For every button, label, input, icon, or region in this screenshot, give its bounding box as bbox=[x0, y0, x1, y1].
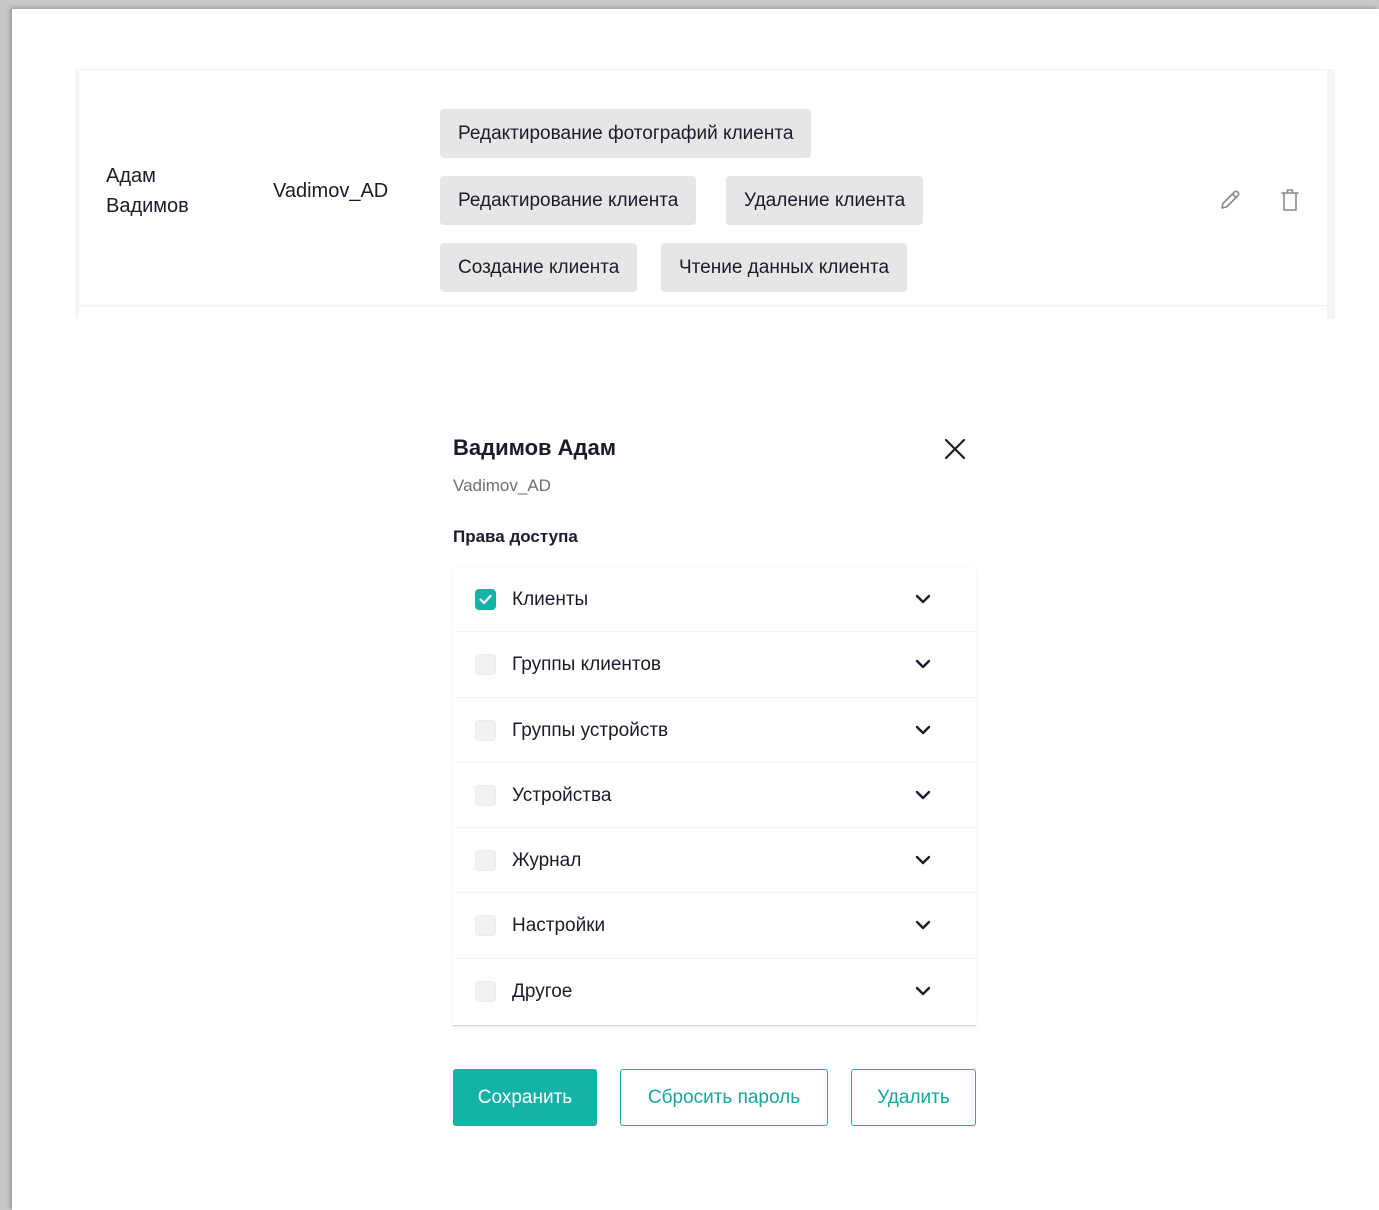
permission-checkbox[interactable] bbox=[475, 784, 496, 806]
permission-checkbox-checked[interactable] bbox=[475, 589, 496, 610]
trash-icon bbox=[1281, 189, 1299, 211]
permissions-title: Права доступа bbox=[453, 527, 578, 546]
chevron-down-icon[interactable] bbox=[914, 984, 932, 998]
permission-group-other[interactable]: Другое bbox=[453, 959, 976, 1024]
permission-label: Устройства bbox=[512, 784, 612, 806]
permission-chip: Редактирование фотографий клиента bbox=[440, 109, 812, 158]
table-row: Адам Вадимов Vadimov_AD Редактирование ф… bbox=[75, 69, 1335, 319]
permission-group-clients[interactable]: Клиенты bbox=[453, 567, 976, 633]
chevron-down-icon[interactable] bbox=[914, 918, 932, 932]
chevron-down-icon[interactable] bbox=[914, 853, 932, 867]
chevron-down-icon[interactable] bbox=[914, 592, 932, 606]
modal-login: Vadimov_AD bbox=[453, 476, 551, 495]
permission-label: Клиенты bbox=[512, 589, 589, 610]
pencil-icon bbox=[1221, 190, 1240, 209]
permission-checkbox[interactable] bbox=[475, 980, 496, 1002]
permission-chip: Создание клиента bbox=[440, 243, 638, 292]
user-login: Vadimov_AD bbox=[273, 180, 389, 202]
permission-chip: Редактирование клиента bbox=[440, 176, 697, 225]
permission-checkbox[interactable] bbox=[475, 915, 496, 937]
permission-label: Группы устройств bbox=[512, 719, 669, 741]
permission-group-client-groups[interactable]: Группы клиентов bbox=[453, 632, 976, 698]
permission-group-device-groups[interactable]: Группы устройств bbox=[453, 698, 976, 763]
save-button[interactable]: Сохранить bbox=[453, 1069, 597, 1126]
permission-label: Группы клиентов bbox=[512, 654, 662, 676]
permission-label: Настройки bbox=[512, 915, 606, 937]
permissions-list: Клиенты Группы клиентов Группы устройств… bbox=[453, 567, 976, 1026]
page: Адам Вадимов Vadimov_AD Редактирование ф… bbox=[12, 9, 1379, 1210]
permission-group-journal[interactable]: Журнал bbox=[453, 828, 976, 894]
user-name: Адам Вадимов bbox=[106, 165, 189, 217]
close-icon bbox=[944, 438, 966, 460]
delete-button[interactable]: Удалить bbox=[851, 1069, 976, 1126]
permission-label: Другое bbox=[512, 980, 573, 1002]
chevron-down-icon[interactable] bbox=[914, 657, 932, 671]
check-icon bbox=[479, 594, 492, 605]
permission-label: Журнал bbox=[512, 850, 582, 872]
permission-group-settings[interactable]: Настройки bbox=[453, 893, 976, 959]
permission-checkbox[interactable] bbox=[475, 654, 496, 676]
table-row-inner: Адам Вадимов Vadimov_AD Редактирование ф… bbox=[79, 74, 1327, 306]
chevron-down-icon[interactable] bbox=[914, 788, 932, 802]
modal-title: Вадимов Адам bbox=[453, 435, 617, 460]
delete-row-button[interactable] bbox=[1275, 185, 1305, 215]
chevron-down-icon[interactable] bbox=[914, 723, 932, 737]
edit-button[interactable] bbox=[1215, 185, 1245, 215]
permission-chip: Чтение данных клиента bbox=[661, 243, 908, 292]
reset-password-button[interactable]: Сбросить пароль bbox=[620, 1069, 828, 1126]
permission-group-devices[interactable]: Устройства bbox=[453, 763, 976, 829]
permission-chip: Удаление клиента bbox=[726, 176, 924, 225]
permission-checkbox[interactable] bbox=[475, 850, 496, 872]
close-button[interactable] bbox=[942, 436, 968, 462]
permission-checkbox[interactable] bbox=[475, 719, 496, 741]
